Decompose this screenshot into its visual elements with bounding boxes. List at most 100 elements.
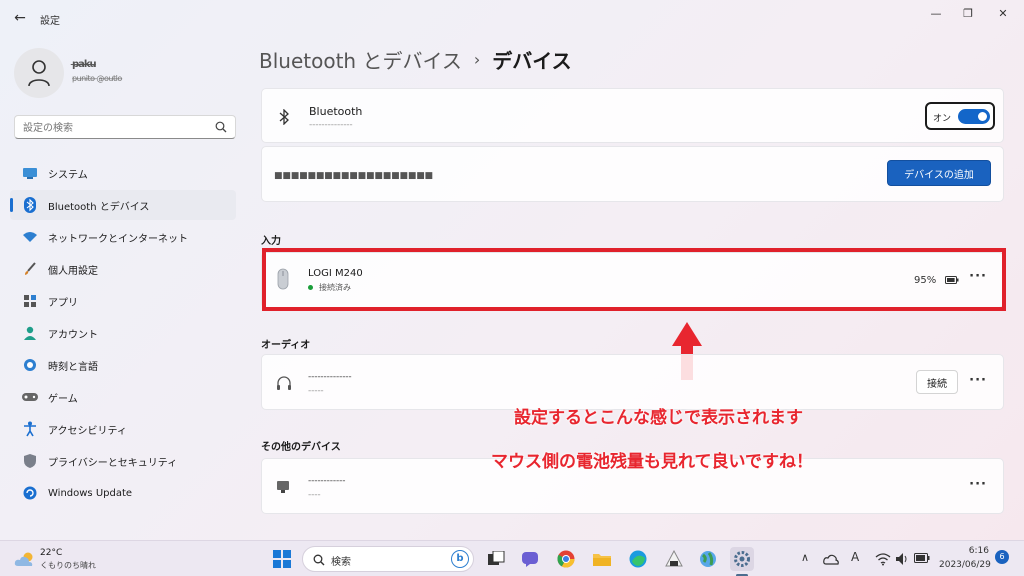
- breadcrumb: Bluetooth とデバイス › デバイス: [259, 45, 572, 74]
- bluetooth-card: Bluetooth - - - - - - - - - - - - - - オン: [261, 88, 1004, 143]
- sidebar-item-label: アクセシビリティ: [48, 425, 127, 437]
- bluetooth-subtitle: - - - - - - - - - - - - - -: [309, 120, 353, 130]
- tray-chevron-icon[interactable]: ∧: [801, 551, 809, 564]
- update-icon: [22, 485, 38, 501]
- page-title: デバイス: [492, 49, 572, 73]
- bluetooth-toggle-container[interactable]: オン: [925, 102, 995, 130]
- gamepad-icon: [22, 389, 38, 405]
- audio-device-card[interactable]: - - - - - - - - - - - - - - - - - - - 接続…: [261, 354, 1004, 410]
- sidebar-item-label: 時刻と言語: [48, 361, 98, 373]
- taskbar-teams[interactable]: [518, 547, 542, 571]
- avatar[interactable]: [14, 48, 64, 98]
- taskbar: 22°C くもりのち晴れ 検索 b ∧ A 6:16 2023/06/29 6: [0, 540, 1024, 576]
- sidebar-item-apps[interactable]: アプリ: [10, 286, 236, 316]
- search-icon[interactable]: [215, 121, 227, 133]
- settings-search[interactable]: [14, 115, 236, 140]
- sidebar-item-accessibility[interactable]: アクセシビリティ: [10, 414, 236, 444]
- search-input[interactable]: [15, 117, 195, 140]
- taskbar-settings[interactable]: [730, 547, 754, 571]
- taskbar-explorer[interactable]: [590, 547, 614, 571]
- task-view-icon: [488, 551, 505, 565]
- sidebar-item-label: アカウント: [48, 329, 98, 341]
- user-email: p̶u̶n̶i̶t̶o̶ ̶@̶o̶u̶t̶l̶o̶: [72, 74, 122, 83]
- taskbar-search-placeholder: 検索: [331, 557, 351, 568]
- bluetooth-icon: [22, 197, 38, 213]
- cloud-sun-icon: [14, 552, 33, 566]
- windows-icon: [273, 550, 291, 568]
- sidebar-item-gaming[interactable]: ゲーム: [10, 382, 236, 412]
- minimize-button[interactable]: —: [921, 4, 951, 24]
- gear-icon: [734, 551, 750, 567]
- sidebar-item-accounts[interactable]: アカウント: [10, 318, 236, 348]
- globe-icon: [700, 551, 716, 567]
- accessibility-icon: [22, 421, 38, 437]
- person-icon: [22, 325, 38, 341]
- close-button[interactable]: ✕: [988, 4, 1018, 24]
- add-device-card: ■ ■ ■ ■ ■ ■ ■ ■ ■ ■ ■ ■ ■ ■ ■ ■ ■ ■ ■ デバ…: [261, 146, 1004, 202]
- onigiri-icon: [665, 550, 683, 567]
- toggle-label: オン: [933, 114, 952, 124]
- taskbar-chrome[interactable]: [554, 547, 578, 571]
- sidebar-item-label: Windows Update: [48, 487, 133, 499]
- brush-icon: [22, 261, 38, 277]
- breadcrumb-parent[interactable]: Bluetooth とデバイス: [259, 45, 462, 74]
- sidebar-item-system[interactable]: システム: [10, 158, 236, 188]
- taskbar-edge[interactable]: [626, 547, 650, 571]
- title-bar: ← 設定 — ❐ ✕: [0, 0, 1024, 36]
- taskbar-search[interactable]: 検索 b: [302, 546, 474, 572]
- clock-time[interactable]: 6:16: [939, 546, 989, 556]
- bluetooth-title: Bluetooth: [309, 105, 363, 118]
- wifi-icon[interactable]: [875, 552, 891, 566]
- battery-icon[interactable]: [914, 553, 930, 563]
- annotation-line-1: 設定するとこんな感じで表示されます: [514, 408, 803, 428]
- other-device-name: - - - - - - - - - - - -: [308, 476, 345, 486]
- chrome-icon: [557, 550, 575, 568]
- annotation-highlight-box: [262, 248, 1006, 311]
- sidebar-item-label: プライバシーとセキュリティ: [48, 457, 178, 469]
- annotation-line-2: マウス側の電池残量も見れて良いですね！: [491, 452, 813, 472]
- sidebar-item-personalization[interactable]: 個人用設定: [10, 254, 236, 284]
- breadcrumb-separator: ›: [473, 50, 481, 69]
- other-device-subtitle: - - - -: [308, 490, 321, 500]
- sidebar-item-label: ゲーム: [48, 393, 78, 405]
- start-button[interactable]: [270, 547, 294, 571]
- add-device-button[interactable]: デバイスの追加: [887, 160, 991, 186]
- other-more-button[interactable]: ···: [969, 477, 987, 492]
- audio-more-button[interactable]: ···: [969, 373, 987, 388]
- taskbar-app-globe[interactable]: [696, 547, 720, 571]
- weather-temp: 22°C: [40, 548, 63, 558]
- bing-icon[interactable]: b: [451, 550, 469, 568]
- person-icon: [28, 60, 50, 87]
- bluetooth-toggle[interactable]: [958, 109, 990, 124]
- ime-indicator[interactable]: A: [851, 550, 859, 564]
- search-icon: [313, 554, 325, 566]
- taskbar-app-onigiri[interactable]: [662, 547, 686, 571]
- sidebar-item-label: システム: [48, 169, 88, 181]
- notification-badge[interactable]: 6: [995, 550, 1009, 564]
- sidebar-item-label: ネットワークとインターネット: [48, 233, 188, 245]
- shield-icon: [22, 453, 38, 469]
- sidebar-item-privacy[interactable]: プライバシーとセキュリティ: [10, 446, 236, 476]
- sidebar-item-windows-update[interactable]: Windows Update: [10, 478, 236, 508]
- connect-button[interactable]: 接続: [916, 370, 958, 394]
- sidebar-item-time-language[interactable]: 時刻と言語: [10, 350, 236, 380]
- maximize-button[interactable]: ❐: [953, 4, 983, 24]
- sidebar-item-network[interactable]: ネットワークとインターネット: [10, 222, 236, 252]
- sidebar-nav: システム Bluetooth とデバイス ネットワークとインターネット 個人用設…: [10, 158, 236, 510]
- monitor-icon: [22, 165, 38, 181]
- sidebar-item-bluetooth[interactable]: Bluetooth とデバイス: [10, 190, 236, 220]
- sidebar-item-label: 個人用設定: [48, 265, 98, 277]
- clock-date[interactable]: 2023/06/29: [939, 560, 991, 570]
- sidebar-item-label: Bluetooth とデバイス: [48, 201, 150, 213]
- weather-desc: くもりのち晴れ: [40, 561, 96, 570]
- app-title: 設定: [40, 16, 60, 27]
- onedrive-cloud-icon[interactable]: [823, 553, 839, 565]
- user-name: p̶a̶k̶u̶: [72, 59, 97, 70]
- chat-icon: [522, 552, 538, 567]
- device-icon: [277, 481, 289, 493]
- section-input-heading: 入力: [261, 236, 281, 247]
- back-button[interactable]: ←: [10, 8, 30, 28]
- task-view-button[interactable]: [484, 547, 508, 571]
- volume-icon[interactable]: [895, 552, 909, 566]
- apps-icon: [22, 293, 38, 309]
